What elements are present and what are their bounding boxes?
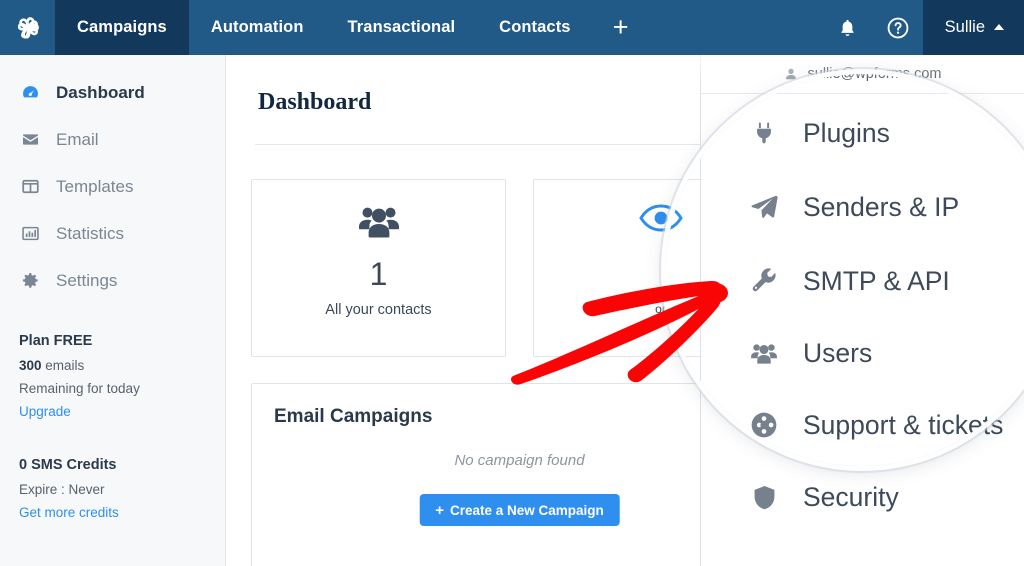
plan-info-block: Plan FREE 300 emails Remaining for today… [19,333,209,419]
sidebar-label-settings: Settings [56,270,118,290]
menu-item-users[interactable]: Users [747,323,1024,383]
contacts-label: All your contacts [325,302,432,318]
nav-tab-contacts[interactable]: Contacts [477,0,592,55]
help-circle-icon[interactable] [873,0,923,55]
sms-expire-note: Expire : Never [19,482,105,497]
email-campaigns-title: Email Campaigns [274,406,433,427]
nav-tab-transactional[interactable]: Transactional [326,0,478,55]
sidebar-label-statistics: Statistics [56,223,125,243]
sidebar-item-email[interactable]: Email [0,116,225,163]
plan-email-amount: 300 [19,358,42,373]
plan-remaining-note: Remaining for today [19,381,140,396]
chevron-up-icon [994,23,1004,30]
user-menu-button[interactable]: Sullie [922,0,1024,55]
top-navigation-bar: Campaigns Automation Transactional Conta… [0,0,1024,55]
speedometer-icon [18,83,42,102]
user-name-label: Sullie [944,18,985,36]
wrench-icon [747,267,781,295]
paper-plane-icon [747,193,781,221]
account-dropdown-menu: sullie@wpforms.com Plugins Senders & IP … [700,55,1024,566]
sidebar-item-statistics[interactable]: Statistics [0,210,225,257]
upgrade-link[interactable]: Upgrade [19,404,209,419]
menu-label-smtp-api: SMTP & API [803,265,950,296]
brand-pinwheel-logo-icon[interactable] [0,0,55,55]
menu-label-plugins: Plugins [803,117,890,148]
menu-label-senders-ip: Senders & IP [803,191,960,222]
life-ring-icon [747,411,781,439]
sidebar-label-dashboard: Dashboard [56,82,145,102]
stat-card-contacts[interactable]: 1 All your contacts [251,179,506,357]
page-title: Dashboard [258,89,372,115]
account-email-label: sullie@wpforms.com [807,66,942,82]
menu-item-senders-ip[interactable]: Senders & IP [747,177,1024,237]
plan-email-quota: 300 emails [19,358,209,373]
people-group-icon [252,204,505,238]
sidebar-label-templates: Templates [56,176,134,196]
plug-icon [747,120,781,146]
nav-tab-campaigns[interactable]: Campaigns [55,0,189,55]
menu-item-support-tickets[interactable]: Support & tickets [747,395,1024,455]
menu-item-smtp-api[interactable]: SMTP & API [747,251,1024,311]
sidebar-item-templates[interactable]: Templates [0,163,225,210]
menu-label-security: Security [803,481,899,512]
envelope-icon [18,130,42,149]
menu-item-security[interactable]: Security [747,467,1024,527]
plan-title: Plan FREE [19,333,93,349]
contacts-count: 1 [369,256,388,292]
left-sidebar: Dashboard Email Templates Statistics Set… [0,55,226,566]
plus-icon: + [435,501,444,519]
sidebar-item-settings[interactable]: Settings [0,257,225,304]
layout-columns-icon [18,177,42,196]
create-new-campaign-label: Create a New Campaign [449,502,604,518]
sidebar-label-email: Email [56,129,99,149]
menu-label-users: Users [803,337,873,368]
sms-credits-title: 0 SMS Credits [19,457,117,473]
account-email-row[interactable]: sullie@wpforms.com [701,55,1024,94]
create-new-campaign-button[interactable]: + Create a New Campaign [419,494,620,526]
add-new-button[interactable]: + [593,0,649,55]
plan-email-unit: emails [41,358,85,373]
bar-chart-icon [18,224,42,243]
sidebar-item-dashboard[interactable]: Dashboard [0,69,225,116]
get-more-credits-link[interactable]: Get more credits [19,505,209,520]
user-icon [784,67,798,81]
shield-icon [747,484,781,511]
menu-item-plugins[interactable]: Plugins [747,103,1024,163]
bell-icon[interactable] [823,0,873,55]
menu-label-support-tickets: Support & tickets [803,409,1004,440]
nav-tab-automation[interactable]: Automation [189,0,326,55]
sms-credits-block: 0 SMS Credits Expire : Never Get more cr… [19,457,209,520]
users-icon [747,342,781,364]
gear-icon [18,271,42,290]
